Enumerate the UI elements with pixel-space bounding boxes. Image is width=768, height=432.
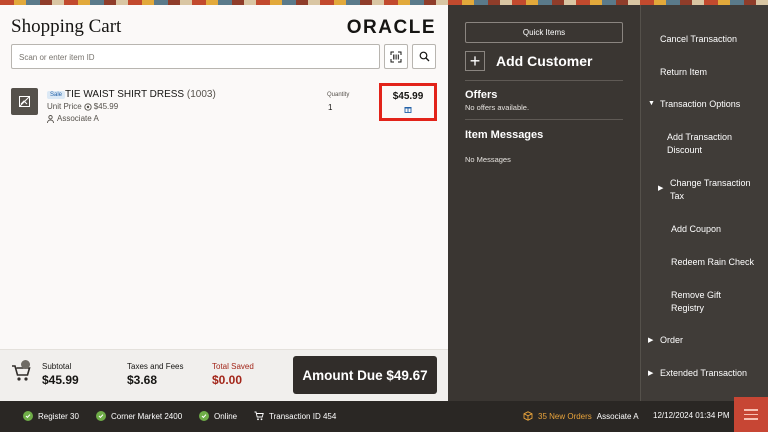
product-image-placeholder: [11, 88, 38, 115]
barcode-scan-button[interactable]: [384, 44, 408, 69]
menu-label-line: Add Transaction: [667, 132, 733, 142]
item-name: TIE WAIST SHIRT DRESS (1003): [65, 89, 216, 100]
status-bar: Register 30 Corner Market 2400 Online Tr…: [0, 401, 768, 432]
menu-label-line: Registry: [671, 303, 705, 313]
menu-label-line: Change Transaction: [670, 178, 751, 188]
subtotal: Subtotal $45.99: [42, 362, 79, 387]
offers-empty-text: No offers available.: [465, 103, 530, 112]
quantity-value: 1: [328, 103, 333, 112]
unit-price-label: Unit Price: [47, 102, 82, 111]
caret-right-icon: ▶: [648, 370, 654, 377]
page-title: Shopping Cart: [11, 16, 122, 37]
subtotal-value: $45.99: [42, 373, 79, 387]
menu-label-line: Tax: [670, 191, 685, 201]
search-input[interactable]: Scan or enter item ID: [11, 44, 380, 69]
check-circle-icon: [199, 411, 209, 421]
datetime: 12/12/2024 01:34 PM: [653, 411, 730, 420]
plus-icon: +: [465, 51, 485, 71]
item-price-highlight[interactable]: $45.99: [379, 83, 437, 121]
main-menu-button[interactable]: [734, 397, 768, 432]
add-customer-button[interactable]: + Add Customer: [465, 51, 592, 71]
cart-line-item[interactable]: Sale TIE WAIST SHIRT DRESS (1003) Unit P…: [11, 83, 437, 127]
customer-panel: Quick Items + Add Customer Offers No off…: [448, 5, 640, 401]
saved-value: $0.00: [212, 373, 243, 387]
new-orders-label: 35 New Orders: [538, 411, 592, 421]
divider: [465, 119, 623, 120]
menu-icon-line: [744, 418, 758, 420]
extended-transaction-toggle[interactable]: Extended Transaction: [660, 367, 747, 380]
caret-right-icon: ▶: [648, 337, 654, 344]
item-messages-empty-text: No Messages: [465, 155, 511, 164]
info-icon: [84, 102, 92, 111]
cancel-transaction-button[interactable]: Cancel Transaction: [660, 33, 737, 46]
item-sku: (1003): [186, 89, 216, 100]
new-orders-status[interactable]: 35 New Orders Associate A: [523, 411, 639, 421]
totals-footer: Subtotal $45.99 Taxes and Fees $3.68 Tot…: [0, 349, 448, 401]
transaction-actions-menu: Cancel Transaction Return Item ▼ Transac…: [640, 5, 768, 401]
register-status: Register 30: [23, 411, 79, 421]
package-icon: [523, 411, 533, 421]
return-item-button[interactable]: Return Item: [660, 66, 707, 79]
subtotal-label: Subtotal: [42, 362, 72, 371]
order-toggle[interactable]: Order: [660, 334, 683, 347]
add-customer-label: Add Customer: [496, 53, 593, 69]
register-label: Register 30: [38, 411, 79, 421]
online-label: Online: [214, 411, 238, 421]
redeem-rain-check-button[interactable]: Redeem Rain Check: [671, 256, 754, 269]
taxes-value: $3.68: [127, 373, 158, 387]
check-circle-icon: [96, 411, 106, 421]
caret-down-icon: ▼: [648, 100, 655, 107]
cart-icon: [254, 411, 264, 421]
store-status: Corner Market 2400: [96, 411, 182, 421]
menu-icon-line: [744, 413, 758, 416]
barcode-scan-icon: [390, 51, 402, 62]
amount-due-button[interactable]: Amount Due $49.67: [293, 356, 437, 394]
associate-label: Associate A: [596, 411, 639, 421]
no-image-icon: [19, 96, 30, 107]
item-title: TIE WAIST SHIRT DRESS: [65, 89, 185, 100]
menu-label-line: Discount: [667, 145, 703, 155]
change-transaction-tax-button[interactable]: Change Transaction Tax: [670, 177, 751, 203]
search-button[interactable]: [412, 44, 436, 69]
remove-gift-registry-button[interactable]: Remove Gift Registry: [671, 289, 721, 315]
person-icon: [47, 114, 54, 123]
associate-name: Associate A: [57, 114, 99, 123]
transaction-status: Transaction ID 454: [254, 411, 336, 421]
cart-panel: Shopping Cart ORACLE Scan or enter item …: [0, 5, 448, 349]
item-associate: Associate A: [47, 114, 99, 123]
divider: [465, 80, 623, 81]
search-icon: [419, 51, 429, 62]
menu-icon: [744, 409, 758, 411]
quick-items-button[interactable]: Quick Items: [465, 22, 623, 43]
item-price: $45.99: [392, 91, 424, 102]
taxes-label: Taxes and Fees: [127, 362, 184, 371]
saved-label: Total Saved: [212, 362, 254, 371]
cart-count-badge: [21, 360, 30, 369]
menu-label-line: Remove Gift: [671, 290, 722, 300]
taxes: Taxes and Fees $3.68: [127, 362, 183, 387]
cart-summary: [11, 360, 31, 387]
transaction-label: Transaction ID 454: [269, 411, 337, 421]
add-transaction-discount-button[interactable]: Add Transaction Discount: [667, 131, 732, 157]
online-status: Online: [199, 411, 237, 421]
total-saved: Total Saved $0.00: [212, 362, 254, 387]
gift-icon: [404, 107, 412, 113]
add-coupon-button[interactable]: Add Coupon: [671, 223, 721, 236]
check-circle-icon: [23, 411, 33, 421]
caret-right-icon: ▶: [658, 185, 664, 192]
oracle-logo: ORACLE: [346, 17, 436, 38]
offers-title: Offers: [465, 89, 498, 101]
unit-price-value: $45.99: [93, 102, 119, 111]
sale-badge: Sale: [47, 91, 66, 99]
transaction-options-toggle[interactable]: Transaction Options: [660, 98, 740, 111]
unit-price: Unit Price $45.99: [47, 102, 118, 111]
item-messages-title: Item Messages: [465, 129, 544, 141]
quantity-label: Quantity: [327, 92, 350, 98]
store-label: Corner Market 2400: [111, 411, 183, 421]
